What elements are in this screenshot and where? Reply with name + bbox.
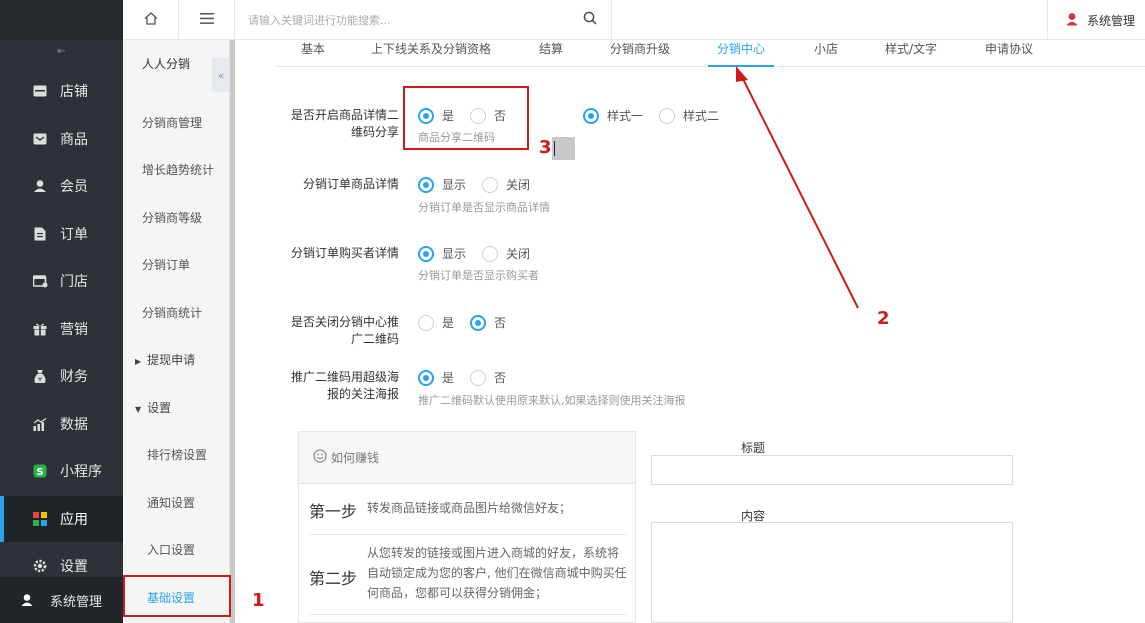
annotation-number-2: 2 bbox=[877, 308, 890, 329]
app-root: ⇤ 店铺 商品 会员 订单 门店 营销 ¥ 财务 数据 S 小程序 应用 设置 … bbox=[0, 0, 1145, 623]
annotation-arrow bbox=[736, 66, 859, 309]
